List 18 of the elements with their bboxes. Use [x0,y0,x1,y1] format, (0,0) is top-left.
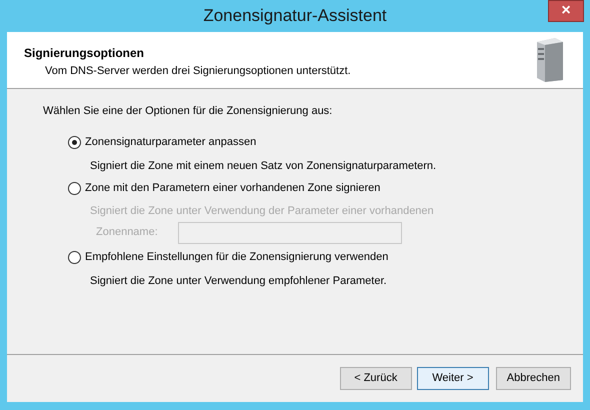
close-button[interactable]: × [548,0,584,22]
dialog-button[interactable]: Abbrechen [496,367,571,390]
field-label: Zonenname: [96,225,158,240]
option-description: Signiert die Zone unter Verwendung der Parameter einer vorhandenen [89,204,435,219]
dialog-button[interactable]: Weiter > [416,367,489,390]
zone-name-field[interactable] [178,222,402,244]
radio-button[interactable] [68,136,81,149]
server-icon [535,36,565,82]
option-description: Signiert die Zone unter Verwendung empfohlener Parameter. [89,274,388,288]
header-subtitle: Vom DNS-Server werden drei Signierungsoptionen unterstützt. [44,64,351,79]
prompt-text: Wählen Sie eine der Optionen für die Zonensignierung aus: [43,104,334,119]
radio-option[interactable]: Zonensignaturparameter anpassen [68,134,583,152]
option-description: Signiert die Zone mit einem neuen Satz von Zonensignaturparametern. [89,158,438,174]
header-title: Signierungsoptionen [24,45,145,62]
window-title: Zonensignatur-Assistent [203,5,387,28]
radio-button[interactable] [68,251,81,264]
radio-option[interactable]: Empfohlene Einstellungen für die Zonensignierung verwenden [68,248,583,266]
dialog-button[interactable]: < Zurück [340,367,412,390]
